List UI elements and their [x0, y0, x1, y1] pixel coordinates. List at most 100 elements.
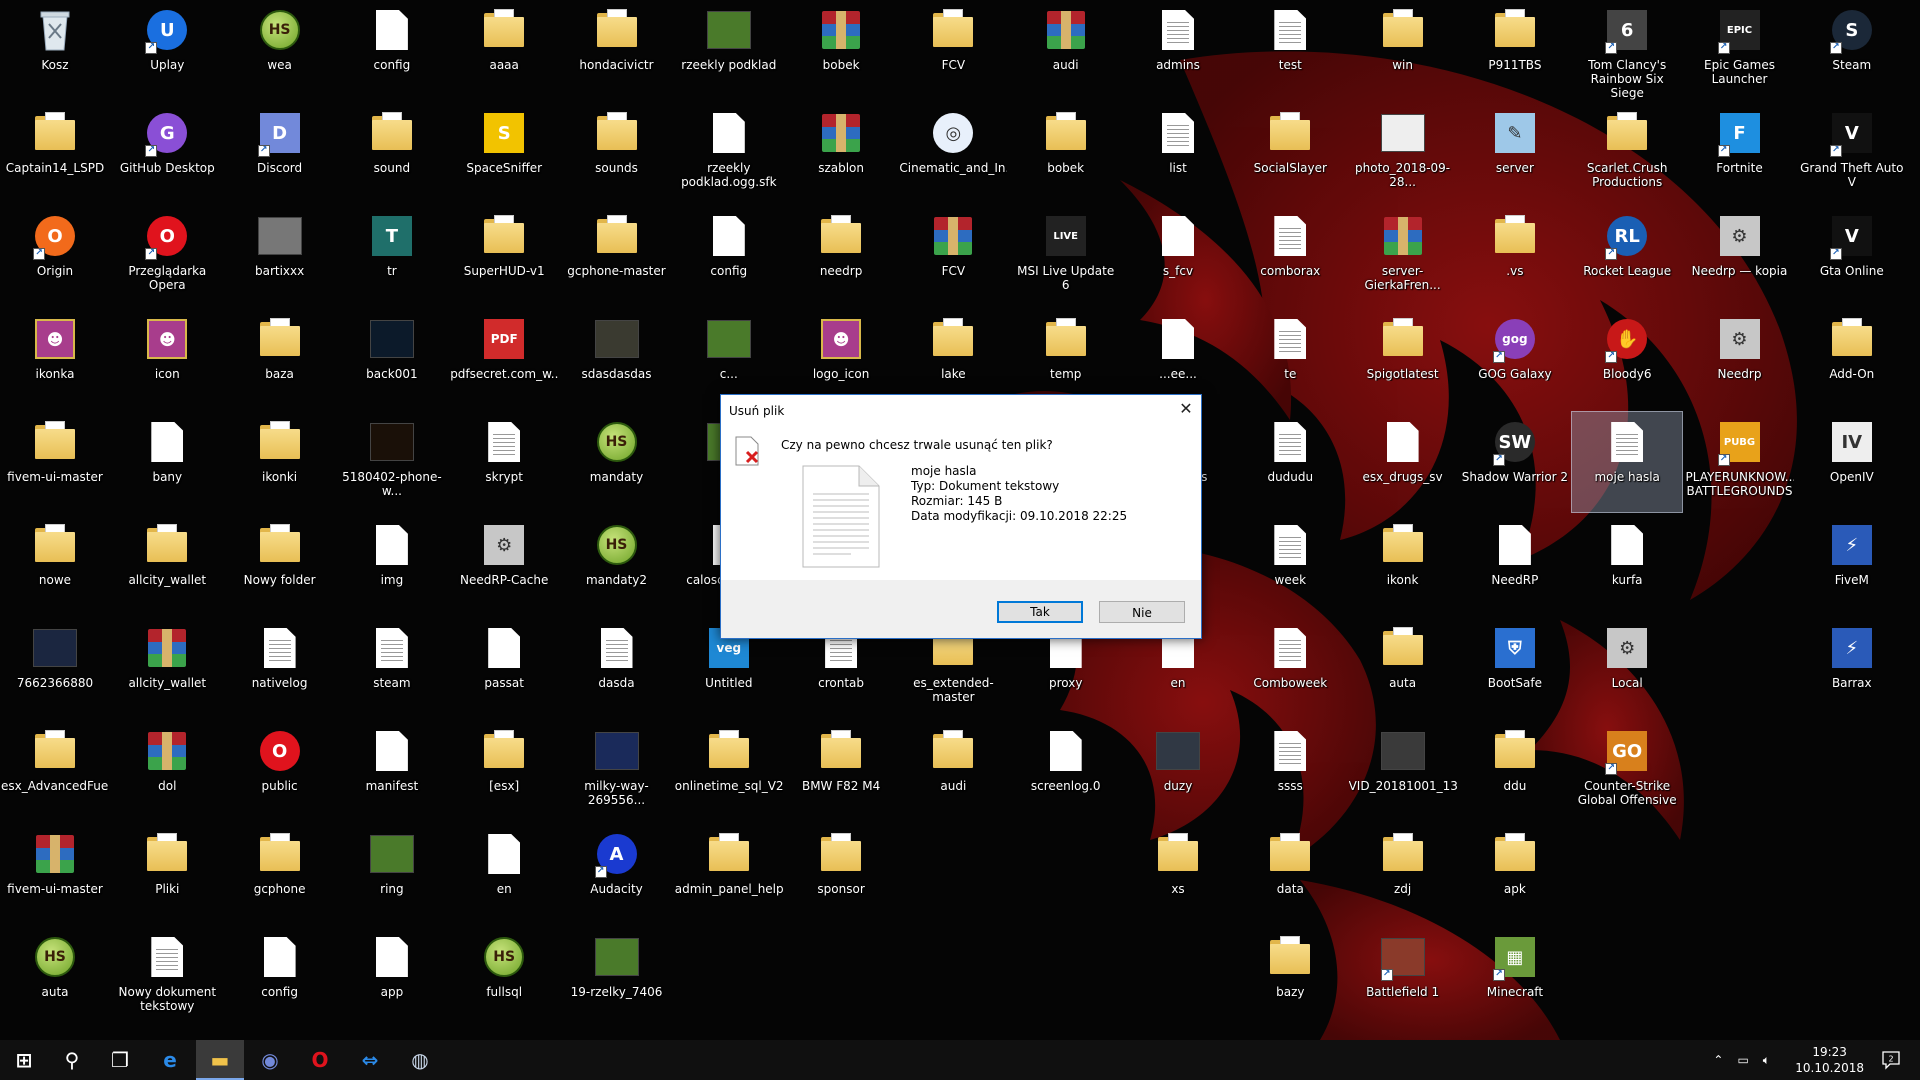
desktop-icon[interactable]: app	[337, 927, 447, 1027]
desktop-icon[interactable]: LIVE MSI Live Update 6	[1011, 206, 1121, 306]
desktop-icon[interactable]: apk	[1460, 824, 1570, 924]
desktop-icon[interactable]: steam	[337, 618, 447, 718]
desktop-icon[interactable]: onlinetime_sql_V2	[674, 721, 784, 821]
desktop-icon[interactable]: gcphone-master	[562, 206, 672, 306]
desktop-icon[interactable]: sound	[337, 103, 447, 203]
desktop-icon[interactable]: week	[1235, 515, 1345, 615]
desktop-icon[interactable]: IV OpenIV	[1797, 412, 1907, 512]
desktop-icon[interactable]: gcphone	[225, 824, 335, 924]
desktop-icon[interactable]: ⛨ BootSafe	[1460, 618, 1570, 718]
desktop-icon[interactable]: P911TBS	[1460, 0, 1570, 100]
desktop-icon[interactable]: audi	[1011, 0, 1121, 100]
action-center-button[interactable]: 2	[1876, 1040, 1906, 1080]
desktop-icon[interactable]: data	[1235, 824, 1345, 924]
desktop-icon[interactable]: bany	[112, 412, 222, 512]
desktop-icon[interactable]: sponsor	[786, 824, 896, 924]
desktop-icon[interactable]: milky-way-269556...	[562, 721, 672, 821]
desktop-icon[interactable]: ⚙ Needrp — kopia	[1685, 206, 1795, 306]
desktop-icon[interactable]: dasda	[562, 618, 672, 718]
desktop-icon[interactable]: sdasdasdas	[562, 309, 672, 409]
desktop-icon[interactable]: .vs	[1460, 206, 1570, 306]
desktop-icon[interactable]: 5180402-phone-w...	[337, 412, 447, 512]
desktop-icon[interactable]: ⚡ Barrax	[1797, 618, 1907, 718]
discord-taskbar-button[interactable]: ◉	[246, 1040, 294, 1080]
desktop-icon[interactable]: server-GierkaFren...	[1348, 206, 1458, 306]
desktop-icon[interactable]: nowe	[0, 515, 110, 615]
desktop-icon[interactable]: manifest	[337, 721, 447, 821]
desktop-icon[interactable]: PUBG ↗ PLAYERUNKNOW... BATTLEGROUNDS	[1685, 412, 1795, 512]
desktop-icon[interactable]: Scarlet.Crush Productions	[1572, 103, 1682, 203]
desktop-icon[interactable]: ☻ ikonka	[0, 309, 110, 409]
desktop-icon[interactable]: test	[1235, 0, 1345, 100]
desktop-icon[interactable]: rzeekly podklad	[674, 0, 784, 100]
teamviewer-taskbar-button[interactable]: ⇔	[346, 1040, 394, 1080]
desktop-icon[interactable]: szablon	[786, 103, 896, 203]
desktop-icon[interactable]: EPIC ↗ Epic Games Launcher	[1685, 0, 1795, 100]
desktop-icon[interactable]: duzy	[1123, 721, 1233, 821]
desktop-icon[interactable]: HS wea	[225, 0, 335, 100]
desktop-icon[interactable]: ring	[337, 824, 447, 924]
desktop-icon[interactable]: baza	[225, 309, 335, 409]
desktop-icon[interactable]: esx_drugs_sv	[1348, 412, 1458, 512]
no-button[interactable]: Nie	[1099, 601, 1185, 623]
desktop-icon[interactable]: ikonki	[225, 412, 335, 512]
desktop-icon[interactable]: HS mandaty2	[562, 515, 672, 615]
desktop-icon[interactable]: kurfa	[1572, 515, 1682, 615]
desktop-icon[interactable]: 19-rzelky_7406	[562, 927, 672, 1027]
desktop-icon[interactable]: auta	[1348, 618, 1458, 718]
desktop-icon[interactable]: 7662366880	[0, 618, 110, 718]
volume-icon[interactable]: 🔈︎	[1763, 1053, 1770, 1068]
desktop-icon[interactable]: ▦ ↗ Minecraft	[1460, 927, 1570, 1027]
desktop-icon[interactable]: O ↗ Przeglądarka Opera	[112, 206, 222, 306]
desktop-icon[interactable]: ⚙ NeedRP-Cache	[449, 515, 559, 615]
desktop-icon[interactable]: config	[337, 0, 447, 100]
opera-taskbar-button[interactable]: O	[296, 1040, 344, 1080]
desktop-icon[interactable]: D ↗ Discord	[225, 103, 335, 203]
desktop-icon[interactable]: esx_AdvancedFuel	[0, 721, 110, 821]
desktop-icon[interactable]: [esx]	[449, 721, 559, 821]
system-clock[interactable]: 19:23 10.10.2018	[1795, 1044, 1864, 1076]
desktop-icon[interactable]: O ↗ Origin	[0, 206, 110, 306]
desktop-icon[interactable]: HS mandaty	[562, 412, 672, 512]
desktop-icon[interactable]: bobek	[1011, 103, 1121, 203]
desktop-icon[interactable]: admins	[1123, 0, 1233, 100]
desktop-icon[interactable]: V ↗ Gta Online	[1797, 206, 1907, 306]
desktop-icon[interactable]: F ↗ Fortnite	[1685, 103, 1795, 203]
desktop-icon[interactable]: V ↗ Grand Theft Auto V	[1797, 103, 1907, 203]
desktop-icon[interactable]: G ↗ GitHub Desktop	[112, 103, 222, 203]
desktop-icon[interactable]: rzeekly podklad.ogg.sfk	[674, 103, 784, 203]
desktop-icon[interactable]: allcity_wallet	[112, 618, 222, 718]
desktop-icon[interactable]: Add-On	[1797, 309, 1907, 409]
desktop-icon[interactable]: hondacivictr	[562, 0, 672, 100]
desktop-icon[interactable]: A ↗ Audacity	[562, 824, 672, 924]
network-icon[interactable]: ▭	[1737, 1053, 1748, 1067]
desktop-icon[interactable]: audi	[898, 721, 1008, 821]
desktop-icon[interactable]: config	[674, 206, 784, 306]
desktop-icon[interactable]: screenlog.0	[1011, 721, 1121, 821]
desktop-icon[interactable]: bazy	[1235, 927, 1345, 1027]
desktop-icon[interactable]: SocialSlayer	[1235, 103, 1345, 203]
desktop-icon[interactable]: passat	[449, 618, 559, 718]
desktop-icon[interactable]: nativelog	[225, 618, 335, 718]
desktop-icon[interactable]: FCV	[898, 206, 1008, 306]
desktop-icon[interactable]: RL ↗ Rocket League	[1572, 206, 1682, 306]
desktop-icon[interactable]: PDF pdfsecret.com_w...	[449, 309, 559, 409]
desktop-icon[interactable]: ⚡ FiveM	[1797, 515, 1907, 615]
desktop-icon[interactable]: NeedRP	[1460, 515, 1570, 615]
show-hidden-icons-icon[interactable]: ⌃	[1713, 1053, 1723, 1067]
desktop-icon[interactable]: xs	[1123, 824, 1233, 924]
desktop-icon[interactable]: Comboweek	[1235, 618, 1345, 718]
desktop-icon[interactable]: Opublic	[225, 721, 335, 821]
desktop-icon[interactable]: BMW F82 M4	[786, 721, 896, 821]
desktop-icon[interactable]: dol	[112, 721, 222, 821]
desktop-icon[interactable]: FCV	[898, 0, 1008, 100]
desktop-icon[interactable]: SuperHUD-v1	[449, 206, 559, 306]
desktop-icon[interactable]: img	[337, 515, 447, 615]
desktop-icon[interactable]: ddu	[1460, 721, 1570, 821]
steam-taskbar-button[interactable]: ◍	[396, 1040, 444, 1080]
file-explorer-taskbar-button[interactable]: ▬	[196, 1040, 244, 1080]
desktop-icon[interactable]: en	[449, 824, 559, 924]
edge-taskbar-button[interactable]: e	[146, 1040, 194, 1080]
desktop-icon[interactable]: SW ↗ Shadow Warrior 2	[1460, 412, 1570, 512]
desktop-icon[interactable]: sounds	[562, 103, 672, 203]
